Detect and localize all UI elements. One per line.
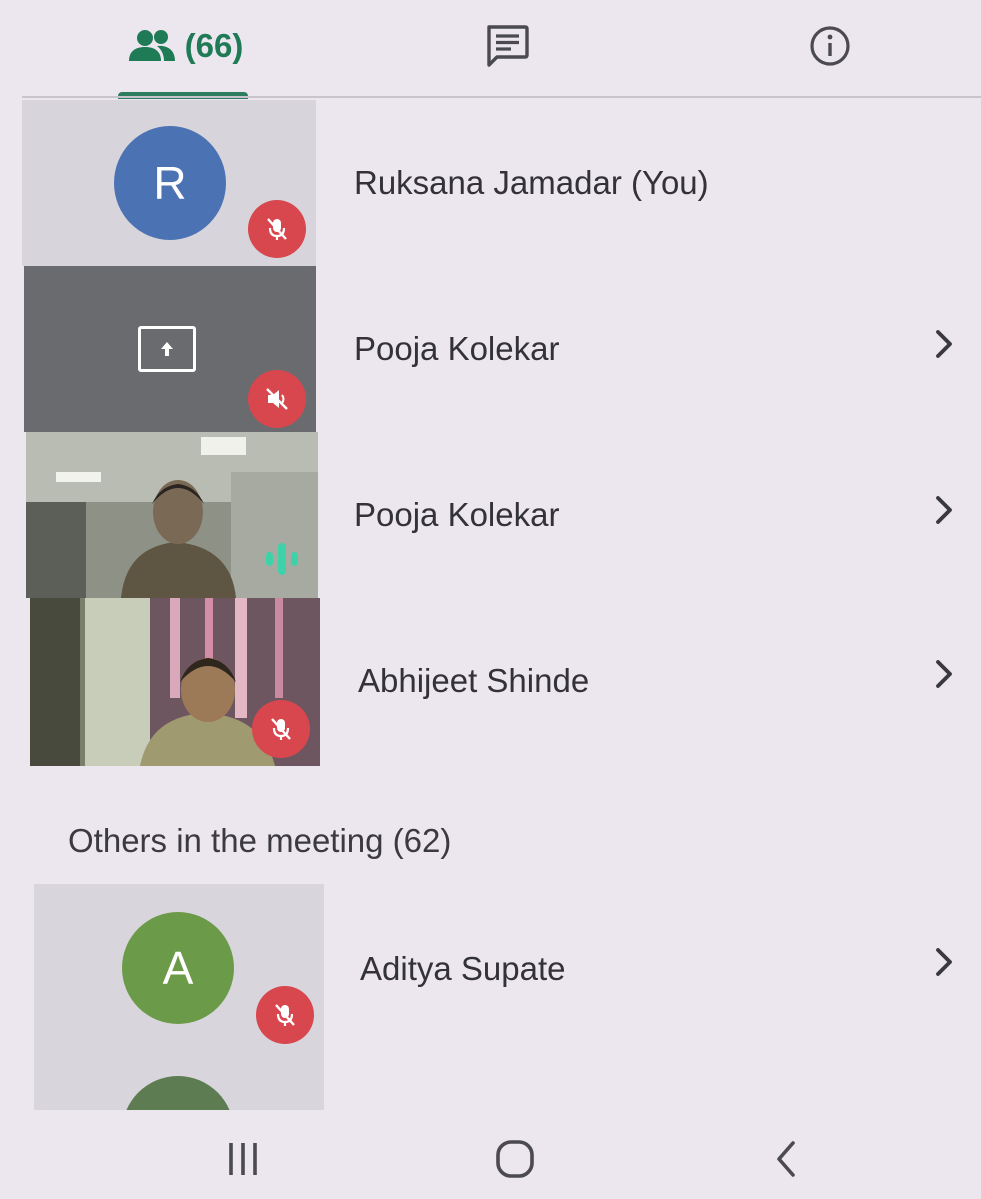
chevron-right-icon <box>936 660 952 688</box>
avatar: R <box>114 126 226 240</box>
tab-divider <box>22 96 981 98</box>
screen-share-tile <box>24 266 316 432</box>
tab-bar: (66) <box>0 0 981 99</box>
people-icon <box>127 27 179 65</box>
section-header-others: Others in the meeting (62) <box>68 822 452 859</box>
participant-name: Pooja Kolekar <box>354 496 560 533</box>
back-icon <box>777 1141 795 1177</box>
participant-row[interactable]: R Ruksana Jamadar (You) <box>0 100 981 266</box>
participant-count: (66) <box>184 27 244 64</box>
participant-name: Ruksana Jamadar (You) <box>354 164 709 201</box>
recent-apps-button[interactable] <box>208 1129 278 1189</box>
participant-name: Aditya Supate <box>360 950 566 987</box>
home-icon <box>496 1140 534 1178</box>
chevron-right-icon <box>936 496 952 524</box>
avatar: A <box>122 912 234 1024</box>
participant-tile: R <box>22 100 316 266</box>
tab-info[interactable] <box>790 0 870 92</box>
participant-name: Pooja Kolekar <box>354 330 560 367</box>
chat-icon <box>483 23 531 69</box>
chevron-right-icon <box>936 330 952 358</box>
present-screen-icon <box>138 326 196 372</box>
participant-name: Abhijeet Shinde <box>358 662 590 699</box>
mic-off-icon <box>252 700 310 758</box>
info-icon <box>808 24 852 68</box>
speaking-indicator-icon <box>254 536 310 582</box>
mic-off-icon <box>256 986 314 1044</box>
mic-off-icon <box>248 200 306 258</box>
participant-row[interactable]: Pooja Kolekar <box>0 432 981 598</box>
camera-video-tile <box>26 432 318 598</box>
tab-chat[interactable] <box>462 0 552 92</box>
avatar <box>122 1076 234 1110</box>
system-nav-bar <box>0 1115 981 1199</box>
avatar-letter: A <box>162 942 194 994</box>
recent-apps-icon <box>229 1143 257 1175</box>
participant-tile: A <box>34 884 324 1110</box>
chevron-right-icon <box>936 948 952 976</box>
participant-row[interactable]: A Aditya Supate <box>0 884 981 1110</box>
home-button[interactable] <box>480 1129 550 1189</box>
camera-video-tile <box>30 598 320 766</box>
participant-row[interactable]: Pooja Kolekar <box>0 266 981 432</box>
avatar-letter: R <box>153 157 187 209</box>
back-button[interactable] <box>752 1129 822 1189</box>
speaker-muted-icon <box>248 370 306 428</box>
tab-people[interactable]: (66) <box>115 0 255 92</box>
participant-row[interactable]: Abhijeet Shinde <box>0 598 981 766</box>
